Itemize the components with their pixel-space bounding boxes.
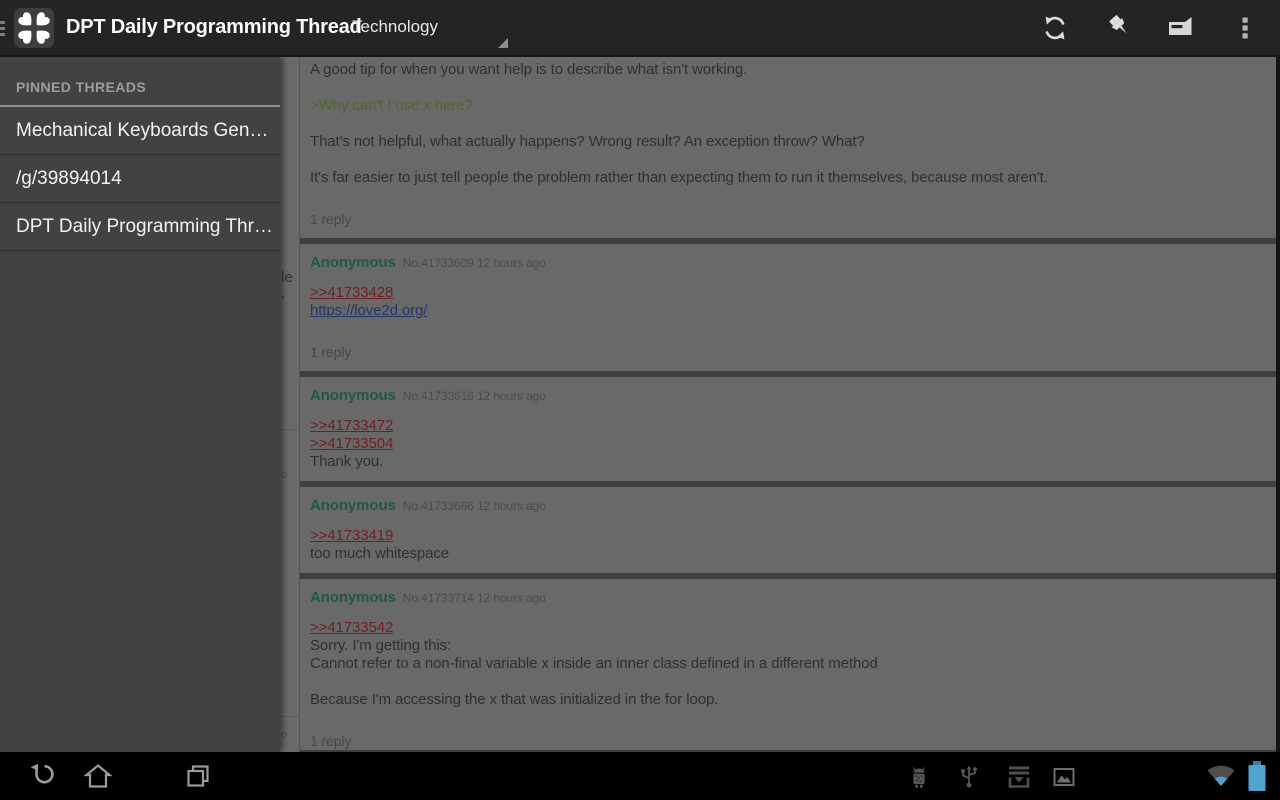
poster-name: Anonymous (310, 497, 396, 514)
pin-thread-button[interactable] (1104, 14, 1132, 42)
quote-link[interactable]: >>41733472 (310, 417, 393, 434)
post-header: Anonymous No.41733666 12 hours ago (310, 497, 1266, 515)
blank-line (310, 673, 1266, 691)
post-number-time: No.41733666 12 hours ago (403, 499, 546, 513)
board-spinner[interactable]: Technology (338, 0, 514, 55)
android-debug-icon (908, 765, 930, 794)
spinner-caret-icon (498, 38, 508, 48)
post-text-line: Thank you. (310, 453, 1266, 471)
thread-post-list: A good tip for when you want help is to … (300, 57, 1276, 752)
post-text-line: https://love2d.org/ (310, 302, 1266, 320)
quote-link[interactable]: >>41733542 (310, 619, 393, 636)
post-text-line: >>41733419 (310, 527, 1266, 545)
refresh-button[interactable] (1041, 14, 1069, 42)
replies-count[interactable]: 1 reply (310, 732, 1266, 750)
reply-button[interactable] (1166, 14, 1194, 42)
overflow-menu-button[interactable] (1231, 14, 1259, 42)
pinned-thread-item[interactable]: Mechanical Keyboards Gen… (0, 107, 280, 155)
pinned-thread-item[interactable]: DPT Daily Programming Thr… (0, 203, 280, 251)
replies-count[interactable]: 1 reply (310, 210, 1266, 228)
home-button[interactable] (84, 762, 112, 790)
greentext-line: >Why can't I use x here? (310, 97, 1266, 115)
board-spinner-label: Technology (352, 0, 438, 55)
clover-glyph (14, 8, 54, 48)
post-header: Anonymous No.41733616 12 hours ago (310, 387, 1266, 405)
scrollbar-track[interactable] (1276, 57, 1280, 752)
pinned-threads-drawer: PINNED THREADS Mechanical Keyboards Gen…… (0, 57, 280, 752)
battery-icon (1248, 761, 1266, 797)
reply-icon (1166, 14, 1194, 42)
pinned-threads-list: Mechanical Keyboards Gen…/g/39894014DPT … (0, 107, 280, 251)
overflow-menu-icon (1231, 14, 1259, 42)
quote-link[interactable]: >>41733419 (310, 527, 393, 544)
blank-line (310, 115, 1266, 133)
post-text-line: That's not helpful, what actually happen… (310, 133, 1266, 151)
post[interactable]: Anonymous No.41733616 12 hours ago >>41733… (300, 377, 1276, 481)
app-clover-icon[interactable] (14, 8, 54, 48)
screenshot-tray-icon (1006, 765, 1032, 794)
post-text-line: Sorry. I'm getting this: (310, 637, 1266, 655)
post-text-line: A good tip for when you want help is to … (310, 61, 1266, 79)
post-text-line: >>41733428 (310, 284, 1266, 302)
post-header: Anonymous No.41733714 12 hours ago (310, 589, 1266, 607)
clipped-text-fragment: le (281, 269, 293, 286)
post-number-time: No.41733609 12 hours ago (403, 256, 546, 270)
post-text-line: Because I'm accessing the x that was ini… (310, 691, 1266, 709)
post-number-time: No.41733616 12 hours ago (403, 389, 546, 403)
poster-name: Anonymous (310, 589, 396, 606)
post-text-line: too much whitespace (310, 545, 1266, 563)
blank-line (310, 79, 1266, 97)
back-icon (26, 762, 54, 790)
post-text-line: Cannot refer to a non-final variable x i… (310, 655, 1266, 673)
post[interactable]: Anonymous No.41733666 12 hours ago >>41733… (300, 487, 1276, 573)
post-header: Anonymous No.41733609 12 hours ago (310, 254, 1266, 272)
back-button[interactable] (26, 762, 54, 790)
blank-line (310, 151, 1266, 169)
pin-icon (1104, 14, 1132, 42)
replies-count[interactable]: 1 reply (310, 343, 1266, 361)
drawer-edge-menu-icon[interactable] (0, 21, 5, 39)
home-icon (84, 762, 112, 790)
row-divider (280, 429, 299, 430)
post[interactable]: Anonymous No.41733609 12 hours ago >>41733… (300, 244, 1276, 371)
wifi-icon (1206, 764, 1236, 793)
action-bar: DPT Daily Programming Thread Technology (0, 0, 1280, 57)
post[interactable]: Anonymous No.41733714 12 hours ago >>41733… (300, 579, 1276, 750)
post-number-time: No.41733714 12 hours ago (403, 591, 546, 605)
clipped-text-fragment: ’ (281, 293, 284, 310)
post-text-line: >>41733504 (310, 435, 1266, 453)
clipped-text-fragment: o (281, 469, 287, 481)
poster-name: Anonymous (310, 387, 396, 404)
external-link[interactable]: https://love2d.org/ (310, 302, 427, 319)
clipped-text-fragment: o (281, 729, 287, 741)
quote-link[interactable]: >>41733428 (310, 284, 393, 301)
pinned-threads-header: PINNED THREADS (0, 57, 280, 95)
image-icon (1052, 765, 1076, 794)
post-text-line: >>41733542 (310, 619, 1266, 637)
underlying-pane-sliver: le ’ o o (280, 57, 300, 752)
usb-icon (958, 765, 980, 794)
poster-name: Anonymous (310, 254, 396, 271)
recents-icon (184, 762, 212, 790)
thread-title: DPT Daily Programming Thread (66, 0, 362, 55)
post[interactable]: A good tip for when you want help is to … (300, 57, 1276, 238)
refresh-icon (1041, 14, 1069, 42)
row-divider (280, 716, 299, 717)
pinned-thread-item[interactable]: /g/39894014 (0, 155, 280, 203)
recents-button[interactable] (184, 762, 212, 790)
system-navigation-bar: 16:43 (0, 752, 1280, 800)
quote-link[interactable]: >>41733504 (310, 435, 393, 452)
post-text-line: >>41733472 (310, 417, 1266, 435)
post-text-line: It's far easier to just tell people the … (310, 169, 1266, 187)
